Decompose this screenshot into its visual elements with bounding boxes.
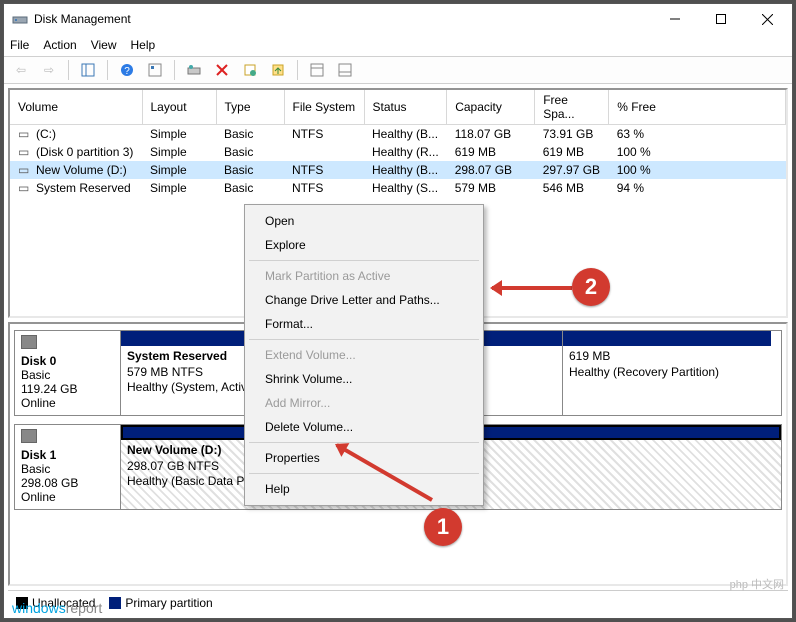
- watermark: php 中文网: [730, 576, 784, 592]
- partition-title: System Reserved: [127, 349, 227, 363]
- disk-icon: [21, 429, 37, 443]
- properties-button[interactable]: [239, 59, 261, 81]
- disk-icon: [21, 335, 37, 349]
- table-row[interactable]: ▭(C:) SimpleBasicNTFS Healthy (B...118.0…: [10, 125, 786, 144]
- ctx-open[interactable]: Open: [247, 209, 481, 233]
- list-top-button[interactable]: [306, 59, 328, 81]
- disk-size: 119.24 GB: [21, 382, 77, 396]
- delete-button[interactable]: [211, 59, 233, 81]
- partition-title: New Volume (D:): [127, 443, 221, 457]
- back-button[interactable]: ⇦: [10, 59, 32, 81]
- svg-text:?: ?: [124, 66, 130, 77]
- volume-icon: ▭: [18, 181, 32, 195]
- disk-state: Online: [21, 490, 56, 504]
- menu-view[interactable]: View: [91, 38, 117, 52]
- menu-file[interactable]: File: [10, 38, 29, 52]
- annotation-callout-1: 1: [424, 508, 462, 546]
- partition-header-strip: [563, 331, 771, 346]
- disk-state: Online: [21, 396, 56, 410]
- volume-name: (Disk 0 partition 3): [36, 145, 133, 159]
- col-pct[interactable]: % Free: [609, 90, 786, 125]
- volume-table[interactable]: Volume Layout Type File System Status Ca…: [10, 90, 786, 197]
- ctx-change-letter[interactable]: Change Drive Letter and Paths...: [247, 288, 481, 312]
- col-type[interactable]: Type: [216, 90, 284, 125]
- col-layout[interactable]: Layout: [142, 90, 216, 125]
- col-fs[interactable]: File System: [284, 90, 364, 125]
- ctx-extend: Extend Volume...: [247, 343, 481, 367]
- ctx-format[interactable]: Format...: [247, 312, 481, 336]
- partition-size: 298.07 GB NTFS: [127, 459, 219, 473]
- annotation-callout-2: 2: [572, 268, 610, 306]
- legend: Unallocated Primary partition: [8, 590, 788, 614]
- partition-status: Healthy (Recovery Partition): [569, 365, 719, 379]
- help-button[interactable]: ?: [116, 59, 138, 81]
- close-button[interactable]: [744, 4, 790, 34]
- volume-name: (C:): [36, 127, 56, 141]
- col-volume[interactable]: Volume: [10, 90, 142, 125]
- partition-size: 619 MB: [569, 349, 610, 363]
- disk-type: Basic: [21, 368, 50, 382]
- disk-size: 298.08 GB: [21, 476, 78, 490]
- annotation-arrow-2: [492, 286, 572, 290]
- ctx-help[interactable]: Help: [247, 477, 481, 501]
- volume-icon: ▭: [18, 127, 32, 141]
- volume-icon: ▭: [18, 163, 32, 177]
- col-free[interactable]: Free Spa...: [535, 90, 609, 125]
- col-capacity[interactable]: Capacity: [447, 90, 535, 125]
- toolbar: ⇦ ⇨ ?: [4, 56, 792, 84]
- ctx-shrink[interactable]: Shrink Volume...: [247, 367, 481, 391]
- ctx-mirror: Add Mirror...: [247, 391, 481, 415]
- window-title: Disk Management: [34, 12, 652, 26]
- legend-primary: Primary partition: [109, 596, 212, 610]
- action-button[interactable]: [267, 59, 289, 81]
- volume-name: System Reserved: [36, 181, 131, 195]
- show-hide-tree-button[interactable]: [77, 59, 99, 81]
- refresh-button[interactable]: [183, 59, 205, 81]
- brand-logo: windowsreport: [12, 600, 102, 616]
- column-headers[interactable]: Volume Layout Type File System Status Ca…: [10, 90, 786, 125]
- disk-header[interactable]: Disk 1Basic298.08 GBOnline: [14, 424, 120, 510]
- col-status[interactable]: Status: [364, 90, 447, 125]
- disk-label: Disk 0: [21, 354, 56, 368]
- table-row[interactable]: ▭(Disk 0 partition 3) SimpleBasic Health…: [10, 143, 786, 161]
- menu-help[interactable]: Help: [131, 38, 156, 52]
- disk-label: Disk 1: [21, 448, 56, 462]
- menu-action[interactable]: Action: [43, 38, 76, 52]
- table-row[interactable]: ▭New Volume (D:) SimpleBasicNTFS Healthy…: [10, 161, 786, 179]
- partition-status: Healthy (System, Active: [127, 380, 254, 394]
- disk-type: Basic: [21, 462, 50, 476]
- titlebar: Disk Management: [4, 4, 792, 34]
- minimize-button[interactable]: [652, 4, 698, 34]
- partition-size: 579 MB NTFS: [127, 365, 203, 379]
- volume-name: New Volume (D:): [36, 163, 127, 177]
- partition[interactable]: 619 MB Healthy (Recovery Partition): [563, 331, 771, 415]
- settings-button[interactable]: [144, 59, 166, 81]
- menubar: File Action View Help: [4, 34, 792, 56]
- table-row[interactable]: ▭System Reserved SimpleBasicNTFS Healthy…: [10, 179, 786, 197]
- forward-button[interactable]: ⇨: [38, 59, 60, 81]
- ctx-mark-active: Mark Partition as Active: [247, 264, 481, 288]
- partition-body: 619 MB Healthy (Recovery Partition): [563, 346, 771, 415]
- maximize-button[interactable]: [698, 4, 744, 34]
- disk-header[interactable]: Disk 0Basic119.24 GBOnline: [14, 330, 120, 416]
- app-icon: [12, 11, 28, 27]
- ctx-explore[interactable]: Explore: [247, 233, 481, 257]
- list-bottom-button[interactable]: [334, 59, 356, 81]
- volume-icon: ▭: [18, 145, 32, 159]
- disk-management-window: Disk Management File Action View Help ⇦ …: [3, 3, 793, 619]
- ctx-delete[interactable]: Delete Volume...: [247, 415, 481, 439]
